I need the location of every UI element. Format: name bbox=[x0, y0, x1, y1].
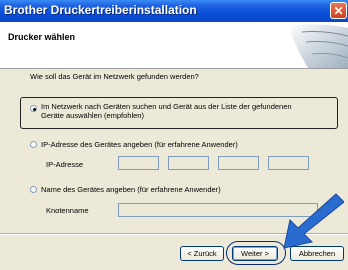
ip-octet-4-input[interactable] bbox=[268, 156, 309, 170]
installer-window: Brother Druckertreiberinstallation ✕ Dru… bbox=[0, 0, 348, 270]
node-name-field-label: Knotenname bbox=[46, 206, 89, 215]
close-icon[interactable]: ✕ bbox=[330, 2, 347, 19]
page-title: Drucker wählen bbox=[8, 32, 76, 42]
brother-printer-graphic-icon bbox=[288, 24, 348, 68]
option-ip-label: IP-Adresse des Gerätes angeben (für erfa… bbox=[41, 140, 238, 149]
radio-ip-address[interactable] bbox=[30, 141, 37, 148]
option-name-label: Name des Gerätes angeben (für erfahrene … bbox=[41, 185, 221, 194]
option-search-label-line1: Im Netzwerk nach Geräten suchen und Gerä… bbox=[41, 102, 292, 111]
window-title: Brother Druckertreiberinstallation bbox=[4, 3, 197, 17]
ip-octet-2-input[interactable] bbox=[168, 156, 209, 170]
wizard-header: Drucker wählen bbox=[0, 22, 348, 69]
option-search-label-line2: Geräte auswählen (empfohlen) bbox=[41, 111, 144, 120]
radio-node-name[interactable] bbox=[30, 186, 37, 193]
back-button[interactable]: < Zurück bbox=[180, 246, 224, 261]
title-bar[interactable]: Brother Druckertreiberinstallation ✕ bbox=[0, 0, 348, 22]
question-text: Wie soll das Gerät im Netzwerk gefunden … bbox=[30, 72, 199, 81]
ip-octet-1-input[interactable] bbox=[118, 156, 159, 170]
next-button[interactable]: Weiter > bbox=[232, 246, 278, 261]
radio-search-network[interactable] bbox=[30, 105, 37, 112]
ip-address-field-label: IP-Adresse bbox=[46, 160, 84, 169]
ip-octet-3-input[interactable] bbox=[218, 156, 259, 170]
blue-arrow-pointer-icon bbox=[283, 193, 344, 249]
